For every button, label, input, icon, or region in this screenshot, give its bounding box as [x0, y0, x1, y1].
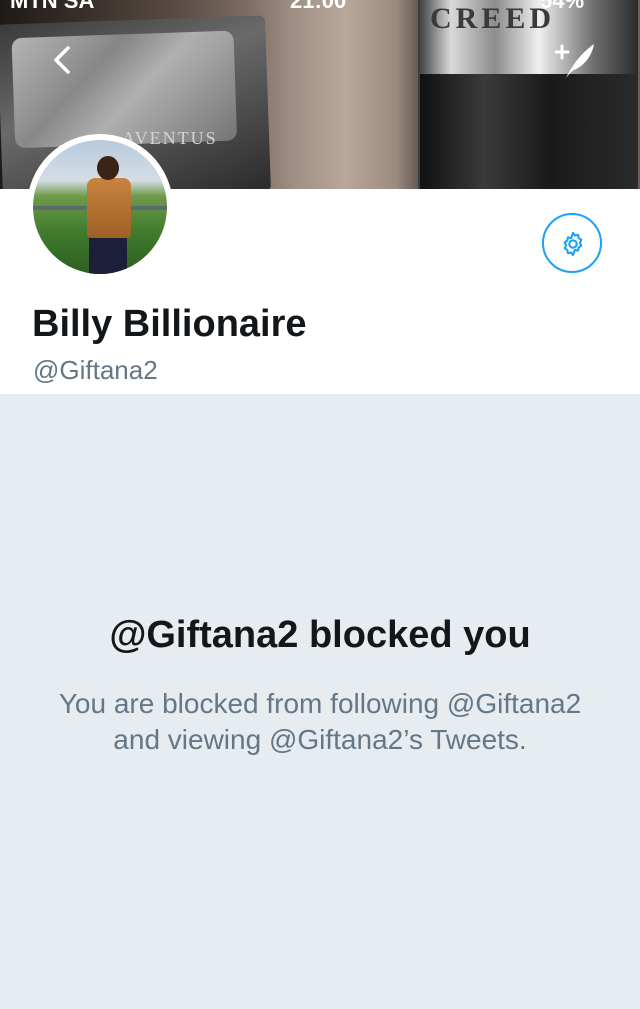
blocked-description: You are blocked from following @Giftana2… [58, 688, 582, 755]
status-bar: MTN SA 21:00 54% [0, 0, 640, 13]
chevron-left-icon [54, 46, 70, 74]
avatar-person-head [97, 156, 119, 180]
compose-tweet-button[interactable] [552, 40, 596, 84]
profile-display-name: Billy Billionaire [32, 303, 307, 345]
clock-label: 21:00 [290, 0, 347, 13]
gear-icon [563, 231, 583, 257]
battery-label: 54% [540, 0, 585, 13]
banner-bottle-band [420, 74, 636, 189]
avatar-person-body [87, 178, 131, 238]
profile-avatar[interactable] [27, 134, 173, 280]
blocked-title: @Giftana2 blocked you [109, 614, 531, 656]
back-button[interactable] [42, 40, 86, 84]
compose-tweet-icon [554, 44, 594, 78]
avatar-person-legs [89, 236, 127, 274]
profile-handle: @Giftana2 [33, 355, 158, 385]
carrier-label: MTN SA [10, 0, 95, 13]
avatar-photo [33, 140, 167, 274]
profile-settings-button[interactable] [542, 213, 602, 273]
